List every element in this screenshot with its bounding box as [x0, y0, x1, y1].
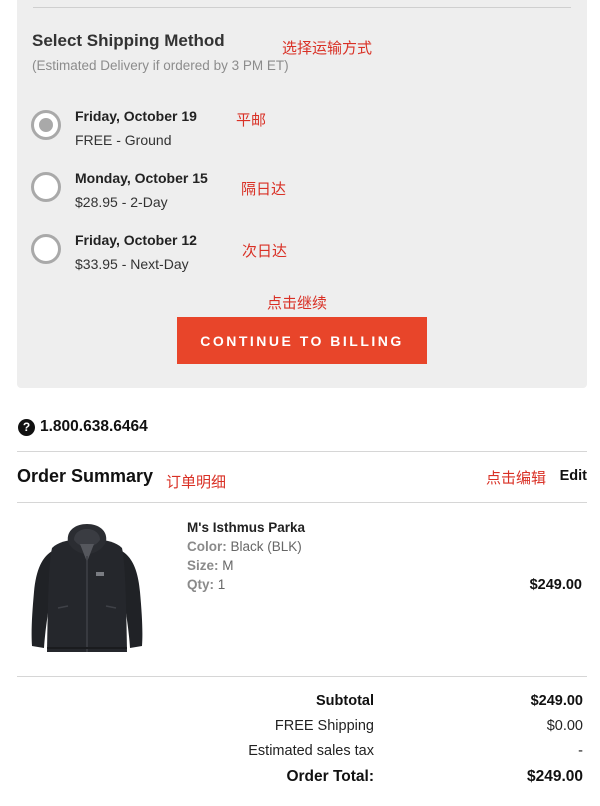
shipping-cost-label: FREE Shipping [274, 718, 374, 734]
divider [17, 676, 587, 677]
radio-button[interactable] [31, 234, 61, 264]
order-total-label: Order Total: [286, 768, 374, 785]
shipping-option-date: Monday, October 15 [75, 170, 208, 186]
product-name[interactable]: M's Isthmus Parka [187, 520, 305, 535]
shipping-option-price: FREE - Ground [75, 132, 172, 148]
order-summary-title: Order Summary [17, 466, 154, 486]
continue-to-billing-button[interactable]: CONTINUE TO BILLING [177, 317, 427, 364]
radio-button-selected[interactable] [31, 110, 61, 140]
annotation-order-details: 订单明细 [166, 473, 227, 491]
shipping-option-price: $28.95 - 2-Day [75, 194, 168, 210]
sales-tax-value: - [578, 743, 583, 759]
divider [17, 502, 587, 503]
divider [17, 451, 587, 452]
shipping-option-ground[interactable]: Friday, October 19 FREE - Ground [31, 108, 221, 158]
annotation-click-edit: 点击编辑 [486, 469, 547, 487]
divider [33, 7, 571, 8]
phone-number[interactable]: 1.800.638.6464 [40, 418, 148, 436]
shipping-cost-value: $0.00 [546, 718, 583, 734]
product-price: $249.00 [529, 577, 582, 593]
radio-button[interactable] [31, 172, 61, 202]
radio-dot [39, 118, 53, 132]
delivery-estimate-note: (Estimated Delivery if ordered by 3 PM E… [32, 58, 289, 73]
color-label: Color: [187, 539, 227, 554]
subtotal-label: Subtotal [316, 693, 374, 709]
annotation-choose-shipping: 选择运输方式 [282, 39, 373, 57]
help-circle-icon: ? [18, 419, 35, 436]
size-label: Size: [187, 558, 219, 573]
edit-link[interactable]: Edit [560, 468, 587, 484]
qty-value: 1 [217, 577, 226, 592]
subtotal-value: $249.00 [530, 693, 583, 709]
shipping-option-date: Friday, October 12 [75, 232, 197, 248]
annotation-2-day: 隔日达 [241, 180, 287, 198]
size-value: M [222, 558, 234, 573]
annotation-ground: 平邮 [236, 111, 267, 129]
annotation-next-day: 次日达 [242, 242, 288, 260]
shipping-option-date: Friday, October 19 [75, 108, 197, 124]
annotation-click-continue: 点击继续 [267, 294, 328, 312]
shipping-method-panel: Select Shipping Method (Estimated Delive… [17, 0, 587, 388]
sales-tax-label: Estimated sales tax [248, 743, 374, 759]
qty-label: Qty: [187, 577, 214, 592]
order-total-value: $249.00 [526, 768, 583, 785]
product-size: Size: M [187, 558, 234, 573]
shipping-option-price: $33.95 - Next-Day [75, 256, 189, 272]
color-value: Black (BLK) [230, 539, 302, 554]
product-color: Color: Black (BLK) [187, 539, 302, 554]
shipping-option-2-day[interactable]: Monday, October 15 $28.95 - 2-Day [31, 170, 221, 220]
shipping-method-title: Select Shipping Method [32, 31, 225, 50]
shipping-option-next-day[interactable]: Friday, October 12 $33.95 - Next-Day [31, 232, 221, 282]
product-quantity: Qty: 1 [187, 577, 225, 592]
product-image-parka[interactable] [24, 522, 150, 656]
